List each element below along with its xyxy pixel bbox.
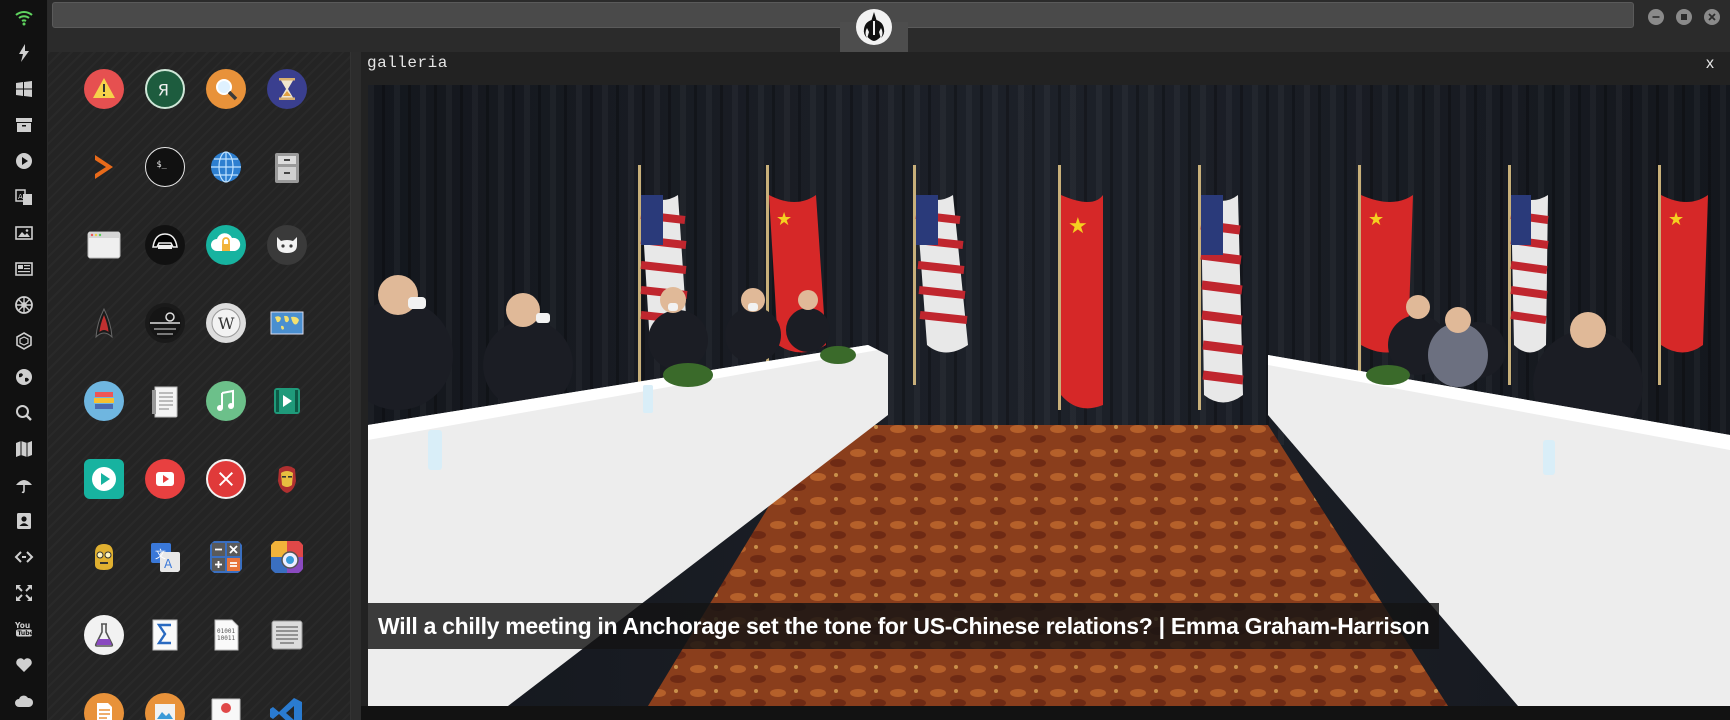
close-button[interactable] [1704, 9, 1720, 25]
umbrella-icon[interactable] [8, 470, 40, 500]
starfleet-icon[interactable] [84, 303, 124, 343]
iron-man-icon[interactable] [267, 459, 307, 499]
vscode-icon[interactable] [267, 693, 307, 720]
hourglass-icon[interactable] [267, 69, 307, 109]
translate-icon[interactable]: A [8, 182, 40, 212]
cloud-icon[interactable] [8, 686, 40, 716]
world-map-icon[interactable] [267, 303, 307, 343]
archive-icon[interactable] [8, 110, 40, 140]
rebel-alliance-icon [855, 8, 893, 46]
galleria-close-button[interactable]: x [1706, 55, 1714, 73]
svg-text:★: ★ [1668, 209, 1684, 230]
code-icon[interactable] [8, 542, 40, 572]
newspaper-icon[interactable] [8, 254, 40, 284]
terminal-icon[interactable]: $_ [145, 147, 185, 187]
music-icon[interactable] [206, 381, 246, 421]
darth-vader-icon[interactable] [145, 225, 185, 265]
play-circle-icon[interactable] [8, 146, 40, 176]
cloud-lock-icon[interactable] [206, 225, 246, 265]
youtube-app-icon[interactable] [145, 459, 185, 499]
app-launcher-panel: Я $_ W 文A 01001 10011 [48, 52, 350, 720]
chemistry-icon[interactable] [84, 615, 124, 655]
calculator-icon[interactable] [206, 537, 246, 577]
svg-text:★: ★ [1068, 214, 1088, 239]
map-icon[interactable] [8, 434, 40, 464]
svg-text:W: W [218, 314, 235, 333]
warning-icon[interactable] [84, 69, 124, 109]
binary-file-icon[interactable]: 01001 10011 [206, 615, 246, 655]
translator-icon[interactable]: 文A [145, 537, 185, 577]
video-icon[interactable] [267, 381, 307, 421]
svg-text:Я: Я [158, 80, 169, 99]
svg-text:01001: 01001 [217, 628, 235, 635]
svg-text:★: ★ [776, 209, 792, 230]
close-circle-icon[interactable] [206, 459, 246, 499]
panel-splitter[interactable] [350, 52, 361, 720]
notes-icon[interactable] [145, 381, 185, 421]
svg-text:10011: 10011 [217, 635, 235, 642]
color-picker-icon[interactable] [267, 537, 307, 577]
web-globe-icon[interactable] [206, 147, 246, 187]
browser-window-icon[interactable] [84, 225, 124, 265]
expand-icon[interactable] [8, 578, 40, 608]
galleria-bottom-bar [361, 706, 1730, 720]
wikipedia-icon[interactable]: W [206, 303, 246, 343]
svg-text:★: ★ [1368, 209, 1384, 230]
yandex-icon[interactable]: Я [145, 69, 185, 109]
svg-text:Tube: Tube [18, 630, 34, 637]
hexagon-icon[interactable] [8, 326, 40, 356]
image-icon[interactable] [8, 218, 40, 248]
minimize-button[interactable] [1648, 9, 1664, 25]
presentation-icon[interactable] [206, 693, 246, 720]
youtube-icon[interactable]: You Tube [8, 614, 40, 644]
death-star-icon[interactable] [145, 303, 185, 343]
github-icon[interactable] [267, 225, 307, 265]
magnifier-icon[interactable] [206, 69, 246, 109]
photo-viewer-icon[interactable] [145, 693, 185, 720]
globe-icon[interactable] [8, 362, 40, 392]
left-dock: A You Tube [0, 0, 48, 720]
search-icon[interactable] [8, 398, 40, 428]
heart-icon[interactable] [8, 650, 40, 680]
photo-caption-text: Will a chilly meeting in Anchorage set t… [378, 612, 1430, 639]
file-manager-icon[interactable] [267, 147, 307, 187]
c3po-icon[interactable] [84, 537, 124, 577]
galleria-title: galleria [367, 54, 448, 72]
svg-text:A: A [164, 557, 173, 571]
svg-text:You: You [14, 621, 30, 630]
lightning-icon[interactable] [8, 38, 40, 68]
photo-caption: Will a chilly meeting in Anchorage set t… [368, 603, 1440, 649]
terminal-arrow-icon[interactable] [84, 147, 124, 187]
document-icon[interactable] [84, 693, 124, 720]
contacts-icon[interactable] [8, 506, 40, 536]
windows-icon[interactable] [8, 74, 40, 104]
media-player-icon[interactable] [84, 459, 124, 499]
keyboard-icon[interactable] [267, 615, 307, 655]
svg-text:$_: $_ [156, 160, 167, 170]
wifi-icon[interactable] [8, 2, 40, 32]
empire-icon[interactable] [8, 290, 40, 320]
sigma-icon[interactable] [145, 615, 185, 655]
books-icon[interactable] [84, 381, 124, 421]
svg-text:A: A [18, 193, 23, 201]
maximize-button[interactable] [1676, 9, 1692, 25]
